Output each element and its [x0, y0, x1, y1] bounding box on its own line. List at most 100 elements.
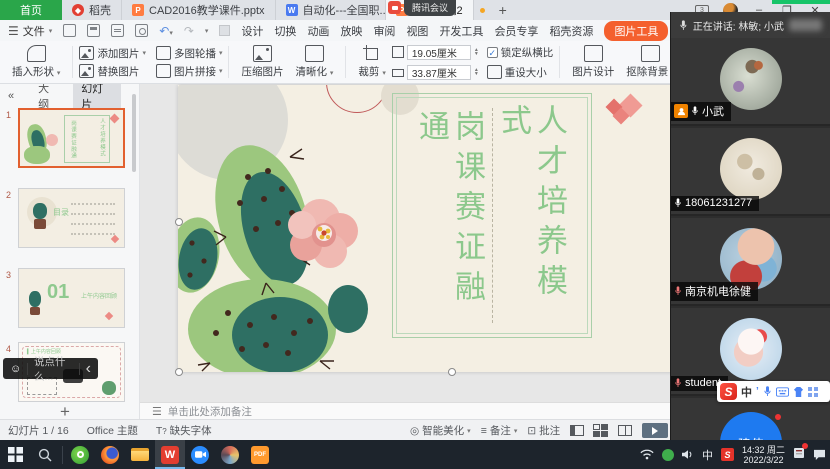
preview-icon[interactable]: [135, 24, 148, 37]
crop-icon: [363, 45, 382, 62]
slide-thumbnail-1[interactable]: 人才培养模式 岗课赛证融通: [18, 108, 125, 168]
chat-collapse-icon[interactable]: ‹: [86, 360, 91, 378]
taskbar-pdf-app[interactable]: PDF: [245, 440, 275, 469]
tab-document-word[interactable]: W 自动化---全国职..电: [276, 0, 386, 20]
ribbon-collapse-box[interactable]: [219, 25, 230, 36]
beautify-button[interactable]: ◎ 智能美化 ▾: [410, 423, 471, 438]
slide-number: 4: [6, 344, 11, 354]
tab-document-cad[interactable]: P CAD2016教学课件.pptx: [122, 0, 276, 20]
print-icon[interactable]: [111, 24, 124, 37]
clarify-button[interactable]: 清晰化 ▾: [289, 45, 339, 79]
export-icon[interactable]: [87, 24, 100, 37]
tencent-meeting-pill[interactable]: 腾讯会议: [388, 0, 456, 15]
sorter-view-icon[interactable]: [594, 425, 608, 436]
tab-home[interactable]: 首页: [0, 0, 62, 20]
slide-thumbnail-2[interactable]: 目录: [18, 188, 125, 248]
desktop: 首页 ◆ 稻壳 P CAD2016教学课件.pptx W 自动化---全国职..…: [0, 0, 830, 469]
ime-keyboard-icon[interactable]: [776, 387, 789, 397]
slide-title-main[interactable]: 人才培养模式: [495, 104, 567, 337]
selection-handle-bottom-left[interactable]: [175, 368, 183, 376]
notes-toggle[interactable]: ≡ 备注▾: [481, 423, 518, 438]
taskbar-search-button[interactable]: [30, 440, 60, 469]
replace-picture-button[interactable]: 替换图片: [79, 63, 146, 80]
tray-app-icon[interactable]: [793, 446, 805, 464]
ime-toolbar[interactable]: S 中 ’: [717, 381, 830, 402]
ime-punctuation-icon[interactable]: ’: [756, 386, 759, 397]
menu-tab-animation[interactable]: 动画: [307, 23, 329, 39]
collapse-panel-button[interactable]: «: [8, 90, 14, 102]
menu-tab-docer-res[interactable]: 稻壳资源: [549, 23, 593, 39]
participant-tile[interactable]: 小武: [671, 38, 830, 126]
volume-icon[interactable]: [682, 449, 694, 460]
new-tab-button[interactable]: +: [499, 2, 507, 18]
menu-tab-review[interactable]: 审阅: [373, 23, 395, 39]
ime-indicator[interactable]: 中: [702, 447, 713, 463]
slide-1-canvas[interactable]: 人才培养模式 岗课赛证融通: [178, 85, 688, 372]
menu-tab-member[interactable]: 会员专享: [494, 23, 538, 39]
participant-tile[interactable]: 南京机电徐健: [671, 218, 830, 306]
taskbar-firefox[interactable]: [95, 440, 125, 469]
picture-icon: [79, 46, 94, 60]
taskbar-photo-app[interactable]: [215, 440, 245, 469]
multi-carousel-button[interactable]: 多图轮播▾: [156, 45, 223, 62]
reset-size-icon: [487, 65, 502, 79]
add-picture-button[interactable]: 添加图片▾: [79, 45, 146, 62]
ime-mode-chinese[interactable]: 中: [741, 384, 752, 400]
width-field[interactable]: 33.87厘米 ▲▼: [392, 64, 479, 81]
slide-title-sub[interactable]: 岗课赛证融通: [413, 110, 485, 337]
height-field[interactable]: 19.05厘米 ▲▼: [392, 44, 479, 61]
normal-view-icon[interactable]: [570, 425, 584, 436]
sogou-tray-icon[interactable]: S: [721, 448, 734, 461]
sogou-logo[interactable]: S: [720, 383, 737, 400]
menu-tab-devtools[interactable]: 开发工具: [439, 23, 483, 39]
toolbar-more-icon[interactable]: ▾: [205, 27, 209, 35]
menu-tab-transition[interactable]: 切换: [274, 23, 296, 39]
selection-handle-bottom-center[interactable]: [448, 368, 456, 376]
taskbar-360-browser[interactable]: [65, 440, 95, 469]
reading-view-icon[interactable]: [618, 425, 632, 436]
undo-button[interactable]: ↶▾: [159, 24, 173, 38]
start-button[interactable]: [0, 440, 30, 469]
menu-tab-slideshow[interactable]: 放映: [340, 23, 362, 39]
slideshow-play-button[interactable]: [642, 423, 668, 438]
participant-tile[interactable]: 18061231277: [671, 128, 830, 216]
picture-stitch-button[interactable]: 图片拼接▾: [156, 63, 223, 80]
ime-toolbox-icon[interactable]: [808, 387, 818, 397]
save-icon[interactable]: [63, 24, 76, 37]
slide-thumbnail-3[interactable]: 01 上午内容回顾: [18, 268, 125, 328]
taskbar-wps-active[interactable]: W: [155, 440, 185, 469]
chat-input-placeholder[interactable]: 说点什么...: [34, 354, 73, 384]
thumbnail-scrollbar[interactable]: [132, 94, 136, 172]
action-center-icon[interactable]: [813, 449, 826, 460]
comments-toggle[interactable]: ⊡ 批注: [527, 423, 560, 438]
taskbar-file-explorer[interactable]: [125, 440, 155, 469]
tab-docer[interactable]: ◆ 稻壳: [62, 0, 122, 20]
compress-picture-button[interactable]: 压缩图片: [235, 45, 289, 79]
taskbar-clock[interactable]: 14:32 周二 2022/3/22: [742, 445, 785, 465]
emoji-icon[interactable]: ☺: [10, 363, 21, 375]
docer-icon: ◆: [72, 4, 84, 16]
network-icon[interactable]: [640, 449, 654, 460]
ime-mic-icon[interactable]: [763, 385, 772, 398]
picture-design-button[interactable]: 图片设计: [566, 45, 620, 79]
taskbar-tencent-meeting[interactable]: [185, 440, 215, 469]
menu-tab-view[interactable]: 视图: [406, 23, 428, 39]
selection-handle-left[interactable]: [175, 218, 183, 226]
slide-panel: « 大纲 幻灯片 1 人才培养模式 岗课赛证融通 2: [0, 84, 140, 419]
add-slide-button[interactable]: +: [60, 402, 70, 422]
theme-name[interactable]: Office 主题: [87, 423, 138, 438]
menu-tab-design[interactable]: 设计: [241, 23, 263, 39]
insert-shape-button[interactable]: 插入形状 ▾: [6, 45, 66, 79]
file-menu[interactable]: ☰ 文件 ▾: [8, 23, 52, 39]
reset-size-button[interactable]: 重设大小: [487, 64, 554, 81]
ime-skin-icon[interactable]: [793, 387, 804, 397]
meeting-chat-overlay[interactable]: ☺ 说点什么... ‹: [3, 358, 98, 379]
tray-green-icon[interactable]: [662, 449, 674, 461]
crop-button[interactable]: 裁剪 ▾: [352, 45, 391, 79]
lock-aspect-checkbox[interactable]: ✓锁定纵横比: [487, 44, 554, 61]
menu-tab-picture-tools[interactable]: 图片工具: [604, 21, 668, 41]
missing-font-warning[interactable]: T? 缺失字体: [156, 423, 212, 438]
height-stepper[interactable]: ▲▼: [474, 48, 479, 56]
redo-button[interactable]: ↷: [184, 24, 194, 38]
width-stepper[interactable]: ▲▼: [474, 68, 479, 76]
